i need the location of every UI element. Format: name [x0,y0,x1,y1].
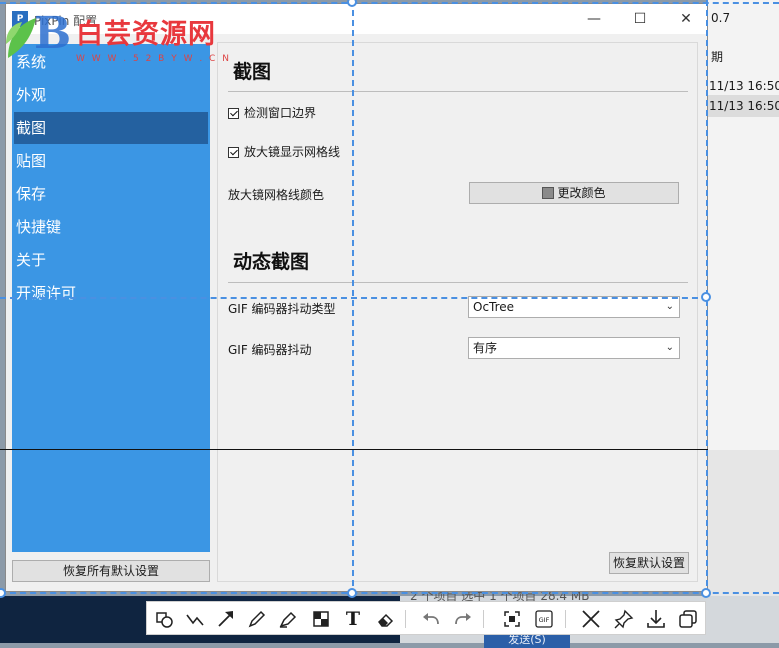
dither-select[interactable]: 有序 ⌄ [468,337,680,359]
settings-content: 截图 检测窗口边界 放大镜显示网格线 放大镜网格线颜色 更改颜色 动态截图 GI… [217,42,698,582]
resize-handle-bottom[interactable] [347,588,357,598]
background-explorer-lower [708,450,779,596]
background-row-time: 11/13 16:50 [709,79,779,93]
checkbox-checked-icon[interactable] [228,108,239,119]
shape-icon[interactable] [151,606,177,632]
guide-line [0,449,708,450]
grid-color-label: 放大镜网格线颜色 [228,188,325,202]
dither-type-select[interactable]: OcTree ⌄ [468,296,680,318]
background-explorer-panel [708,0,779,450]
eraser-icon[interactable] [372,606,398,632]
window-title: PixPin 配置 [34,14,98,28]
chevron-down-icon: ⌄ [665,301,674,312]
magnifier-grid-option[interactable]: 放大镜显示网格线 [228,143,340,161]
gif-icon[interactable]: GIF [531,606,557,632]
dither-value: 有序 [473,341,498,355]
resize-handle-bottom-right[interactable] [701,588,711,598]
section-title-screenshot: 截图 [233,61,272,83]
selection-vertical-midline [352,0,354,596]
download-icon[interactable] [643,606,669,632]
sidebar-item-pin[interactable]: 贴图 [14,145,208,177]
sidebar-item-licenses[interactable]: 开源许可 [14,277,208,309]
sidebar-item-system[interactable]: 系统 [14,46,208,78]
pin-icon[interactable] [611,606,637,632]
mosaic-icon[interactable] [308,606,334,632]
undo-icon[interactable] [418,606,444,632]
sidebar-item-about[interactable]: 关于 [14,244,208,276]
copy-icon[interactable] [675,606,701,632]
text-icon[interactable]: T [340,606,366,632]
color-swatch-icon [542,187,555,199]
change-color-label: 更改颜色 [557,186,606,200]
section-title-dynamic: 动态截图 [233,251,310,273]
magnifier-grid-label: 放大镜显示网格线 [244,145,341,159]
minimize-button[interactable]: — [571,4,617,34]
detect-window-border-label: 检测窗口边界 [244,106,317,120]
change-color-button[interactable]: 更改颜色 [469,182,679,204]
title-bar[interactable]: P PixPin 配置 — ☐ ✕ [6,4,707,34]
arrow-icon[interactable] [213,606,239,632]
polyline-icon[interactable] [182,606,208,632]
app-logo-icon: P [12,11,28,27]
gif-icon-label: GIF [539,616,550,624]
checkbox-checked-icon[interactable] [228,147,239,158]
sidebar-item-screenshot[interactable]: 截图 [14,112,208,144]
background-row-time: 11/13 16:50 [709,99,779,113]
sidebar-item-save[interactable]: 保存 [14,178,208,210]
redo-icon[interactable] [450,606,476,632]
toolbar-separator [405,610,406,628]
chevron-down-icon: ⌄ [665,342,674,353]
toolbar-separator [565,610,566,628]
reset-all-button[interactable]: 恢复所有默认设置 [12,560,210,582]
selection-border-bottom [0,592,779,594]
cancel-icon[interactable] [578,606,604,632]
scan-icon[interactable] [499,606,525,632]
maximize-button[interactable]: ☐ [617,4,663,34]
selection-midline [0,297,708,299]
background-version-text: 0.7 [711,11,731,25]
dither-label: GIF 编码器抖动 [228,343,312,357]
annotation-toolbar: T GIF [146,601,706,635]
resize-handle-right[interactable] [701,292,711,302]
reset-defaults-button[interactable]: 恢复默认设置 [609,552,689,574]
marker-icon[interactable] [275,606,301,632]
section-divider [228,282,688,283]
close-button[interactable]: ✕ [663,4,709,34]
toolbar-separator [483,610,484,628]
selection-border-top [0,2,779,4]
sidebar-item-appearance[interactable]: 外观 [14,79,208,111]
dither-type-label: GIF 编码器抖动类型 [228,302,336,316]
dither-type-value: OcTree [473,300,515,314]
pencil-icon[interactable] [244,606,270,632]
background-column-header: 期 [711,50,724,64]
section-divider [228,91,688,92]
sidebar-item-shortcuts[interactable]: 快捷键 [14,211,208,243]
detect-window-border-option[interactable]: 检测窗口边界 [228,104,316,122]
